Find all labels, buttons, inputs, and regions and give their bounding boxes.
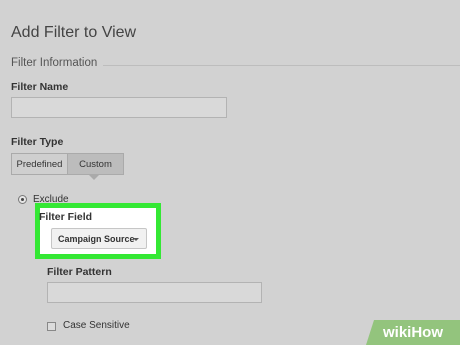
case-sensitive-checkbox[interactable] xyxy=(47,322,56,331)
exclude-radio[interactable] xyxy=(18,195,27,204)
filter-pattern-label: Filter Pattern xyxy=(47,266,112,278)
chevron-down-icon xyxy=(133,238,139,241)
section-header: Filter Information xyxy=(11,57,460,73)
filter-field-label: Filter Field xyxy=(39,211,93,223)
case-sensitive-label: Case Sensitive xyxy=(63,320,130,331)
filter-field-dropdown[interactable]: Campaign Source xyxy=(51,228,147,249)
section-title: Filter Information xyxy=(11,57,104,69)
filter-field-highlight: Filter Field Campaign Source xyxy=(35,203,161,259)
wikihow-watermark: wikiHow xyxy=(366,320,460,345)
page-title: Add Filter to View xyxy=(11,24,137,41)
filter-type-custom-button[interactable]: Custom xyxy=(67,153,124,175)
selected-tab-pointer xyxy=(89,175,99,180)
filter-type-predefined-button[interactable]: Predefined xyxy=(11,153,67,175)
filter-type-label: Filter Type xyxy=(11,136,64,148)
filter-field-value: Campaign Source xyxy=(58,233,135,244)
filter-name-label: Filter Name xyxy=(11,81,69,93)
filter-pattern-input[interactable] xyxy=(47,282,262,303)
filter-name-input[interactable] xyxy=(11,97,227,118)
